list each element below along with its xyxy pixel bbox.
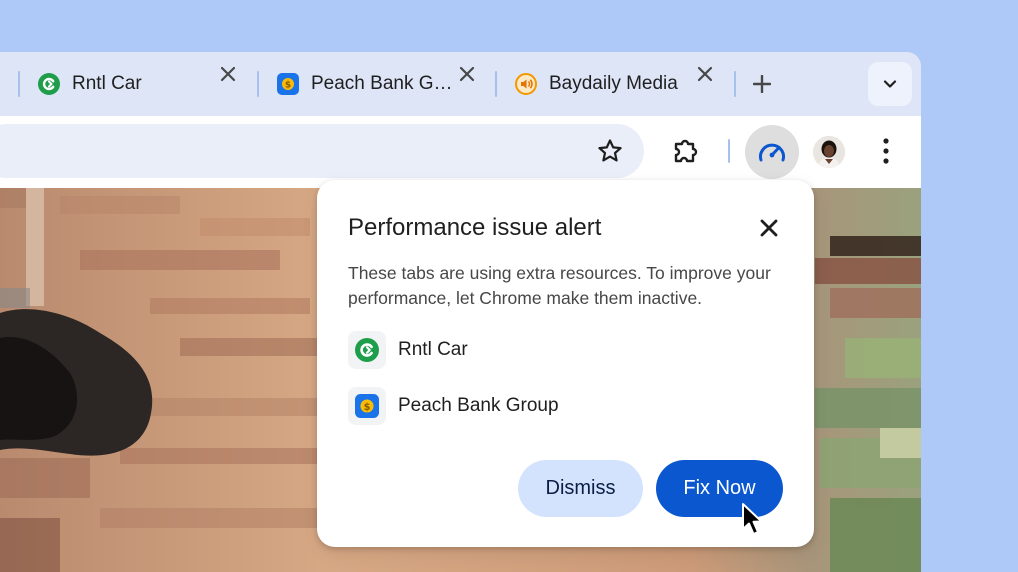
svg-text:$: $: [364, 402, 371, 413]
tab-title: Rntl Car: [72, 73, 142, 94]
peach-bank-favicon-icon: $: [348, 387, 386, 425]
kebab-menu-icon[interactable]: [872, 133, 900, 169]
tab-strip: Rntl Car $ Peach Bank G… Baydaily Media: [0, 52, 921, 116]
pointer-cursor-icon: [741, 502, 765, 538]
tab-separator: [734, 71, 736, 97]
tab-separator: [257, 71, 259, 97]
star-icon[interactable]: [592, 133, 628, 169]
tab-baydaily-media[interactable]: Baydaily Media: [515, 62, 699, 106]
plus-icon[interactable]: [750, 72, 774, 96]
tab-separator: [18, 71, 20, 97]
address-bar[interactable]: [0, 124, 644, 178]
avatar[interactable]: [813, 136, 845, 168]
close-tab-icon[interactable]: [693, 62, 717, 86]
close-tab-icon[interactable]: [455, 62, 479, 86]
tab-search-button[interactable]: [868, 62, 912, 106]
speedometer-icon: [759, 143, 785, 162]
close-icon[interactable]: [756, 215, 782, 241]
toolbar-separator: [728, 139, 730, 163]
list-item: Rntl Car: [348, 331, 468, 369]
rntl-car-favicon-icon: [38, 73, 60, 95]
list-item-label: Rntl Car: [398, 339, 468, 360]
close-tab-icon[interactable]: [216, 62, 240, 86]
dismiss-button[interactable]: Dismiss: [518, 460, 643, 517]
peach-bank-favicon-icon: $: [277, 73, 299, 95]
tab-title: Peach Bank G…: [311, 73, 453, 94]
puzzle-icon[interactable]: [668, 133, 704, 169]
performance-button[interactable]: [745, 125, 799, 179]
dialog-title: Performance issue alert: [348, 214, 602, 241]
tab-title: Baydaily Media: [549, 73, 678, 94]
list-item: $ Peach Bank Group: [348, 387, 559, 425]
performance-alert-dialog: Performance issue alert These tabs are u…: [317, 180, 814, 547]
svg-text:$: $: [285, 81, 291, 91]
list-item-label: Peach Bank Group: [398, 395, 559, 416]
rntl-car-favicon-icon: [348, 331, 386, 369]
baydaily-favicon-icon: [515, 73, 537, 95]
tab-separator: [495, 71, 497, 97]
tab-peach-bank[interactable]: $ Peach Bank G…: [277, 62, 453, 106]
dialog-body: These tabs are using extra resources. To…: [348, 263, 771, 308]
tab-rntl-car[interactable]: Rntl Car: [38, 62, 182, 106]
toolbar: [0, 116, 921, 188]
chevron-down-icon: [883, 80, 897, 88]
